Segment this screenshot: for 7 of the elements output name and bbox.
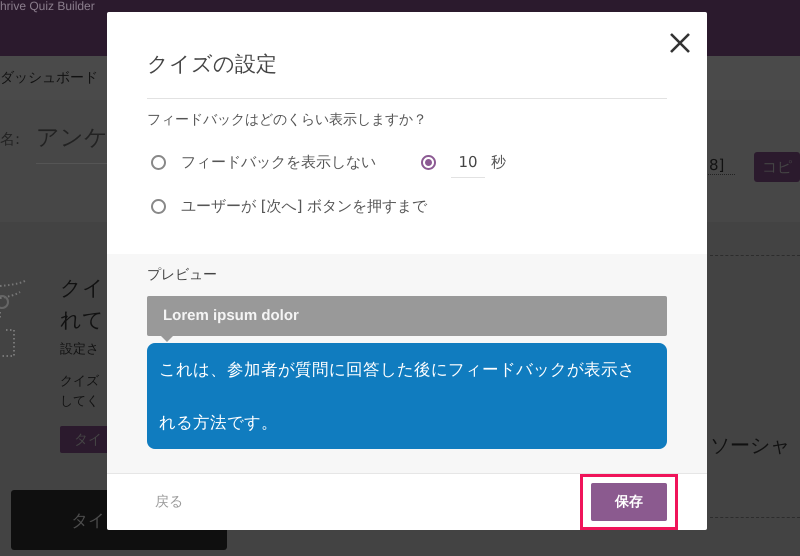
app-title: hrive Quiz Builder [0,0,96,12]
question-text: フィードバックはどのくらい表示しますか？ [147,111,428,129]
unit-label: 秒 [491,152,506,172]
feedback-box: これは、参加者が質問に回答した後にフィードバックが表示される方法です。 [147,343,667,449]
preview-label: プレビュー [147,266,218,284]
question-bar: Lorem ipsum dolor [147,296,667,336]
dialog-title: クイズの設定 [147,51,277,78]
